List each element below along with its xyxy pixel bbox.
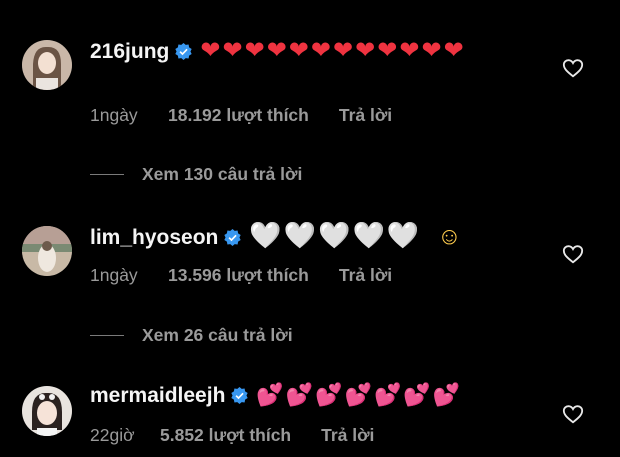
comment-text: mermaidleejh 💕💕💕💕💕💕💕: [90, 379, 540, 413]
emoji-two-hearts: 💕💕💕💕💕💕💕: [256, 383, 463, 408]
view-replies-label: Xem 26 câu trả lời: [142, 325, 293, 345]
comment-time: 1ngày: [90, 265, 138, 285]
like-count[interactable]: 13.596 lượt thích: [168, 265, 309, 286]
like-count[interactable]: 5.852 lượt thích: [160, 425, 291, 446]
comment-text: lim_hyoseon 🤍🤍🤍🤍🤍 ☺: [90, 219, 540, 255]
reply-button[interactable]: Trả lời: [339, 105, 392, 126]
view-replies-button[interactable]: Xem 26 câu trả lời: [90, 325, 293, 346]
avatar-image: [22, 386, 72, 436]
divider-line: [90, 174, 124, 175]
username[interactable]: 216jung: [90, 40, 169, 63]
comment-meta: 1ngày 18.192 lượt thích Trả lời: [90, 105, 392, 126]
like-count[interactable]: 18.192 lượt thích: [168, 105, 309, 126]
comment-time: 22giờ: [90, 425, 135, 445]
like-heart-icon[interactable]: [562, 243, 584, 265]
like-heart-icon[interactable]: [562, 57, 584, 79]
reply-button[interactable]: Trả lời: [321, 425, 374, 446]
emoji-smiling-face: ☺: [437, 223, 462, 250]
comment-time: 1ngày: [90, 105, 138, 125]
avatar[interactable]: [22, 386, 72, 436]
verified-badge-icon: [175, 43, 193, 60]
avatar[interactable]: [22, 40, 72, 90]
reply-button[interactable]: Trả lời: [339, 265, 392, 286]
view-replies-label: Xem 130 câu trả lời: [142, 164, 303, 184]
username[interactable]: lim_hyoseon: [90, 226, 218, 249]
emoji-white-hearts: 🤍🤍🤍🤍🤍: [249, 221, 422, 251]
comment-meta: 22giờ 5.852 lượt thích Trả lời: [90, 425, 374, 446]
avatar-image: [22, 226, 72, 276]
like-heart-icon[interactable]: [562, 403, 584, 425]
verified-badge-icon: [224, 229, 242, 246]
comment-meta: 1ngày 13.596 lượt thích Trả lời: [90, 265, 392, 286]
avatar-image: [22, 40, 72, 90]
username[interactable]: mermaidleejh: [90, 384, 225, 407]
emoji-red-hearts: ❤❤❤❤❤❤❤❤❤❤❤❤: [200, 36, 466, 64]
divider-line: [90, 335, 124, 336]
view-replies-button[interactable]: Xem 130 câu trả lời: [90, 164, 302, 185]
verified-badge-icon: [231, 387, 249, 404]
avatar[interactable]: [22, 226, 72, 276]
comment-text: 216jung ❤❤❤❤❤❤❤❤❤❤❤❤: [90, 33, 540, 69]
